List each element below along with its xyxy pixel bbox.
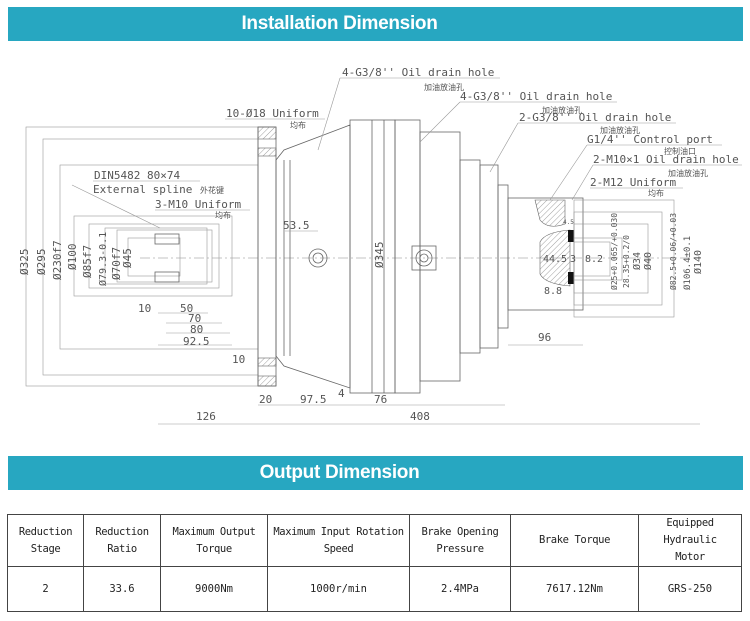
cell-max-input-speed: 1000r/min <box>267 566 410 612</box>
callout-spline-std: DIN5482 80×74 <box>94 169 180 182</box>
callout-oil-drain-1: 4-G3/8'' Oil drain hole <box>342 66 494 79</box>
output-dimension-banner: Output Dimension <box>8 456 743 490</box>
dim-d230f7: Ø230f7 <box>51 240 64 280</box>
header-brake-opening-pressure: Brake Opening Pressure <box>409 514 511 567</box>
cell-brake-opening-pressure: 2.4MPa <box>409 566 511 612</box>
dim-96: 96 <box>538 331 551 344</box>
callout-spline-type-cn: 外花键 <box>200 185 224 195</box>
right-diameter-labels: Ø25+0.065/+0.030 28.35+0.2/0 Ø34 Ø40 Ø82… <box>609 213 704 290</box>
dim-d295: Ø295 <box>35 249 48 276</box>
dim-d85f7: Ø85f7 <box>81 245 94 278</box>
cell-hydraulic-motor: GRS-250 <box>638 566 742 612</box>
callout-holes-18-cn: 均布 <box>290 120 306 130</box>
callout-oil-drain-4: 2-M10×1 Oil drain hole <box>593 153 739 166</box>
dim-d40: Ø40 <box>642 252 654 270</box>
dim-97-5: 97.5 <box>300 393 327 406</box>
callout-m10-uniform: 3-M10 Uniform <box>155 198 241 211</box>
dim-4: 4 <box>338 387 345 400</box>
header-max-input-speed: Maximum Input Rotation Speed <box>267 514 410 567</box>
dim-408: 408 <box>410 410 430 423</box>
dim-d34: Ø34 <box>631 252 643 270</box>
installation-dimension-banner: Installation Dimension <box>8 7 743 41</box>
callout-spline-type: External spline <box>93 183 192 196</box>
dim-76: 76 <box>374 393 387 406</box>
callout-oil-drain-1-cn: 加油放油孔 <box>424 82 464 92</box>
header-brake-torque: Brake Torque <box>510 514 639 567</box>
header-max-output-torque: Maximum Output Torque <box>160 514 268 567</box>
dim-d25: Ø25+0.065/+0.030 <box>609 213 619 290</box>
dim-d79-3: Ø79.3-0.1 <box>97 232 109 286</box>
dim-8-8: 8.8 <box>544 286 562 297</box>
header-hydraulic-motor: Equipped Hydraulic Motor <box>638 514 742 567</box>
output-spec-table: Reduction Stage Reduction Ratio Maximum … <box>7 514 742 612</box>
cell-brake-torque: 7617.12Nm <box>510 566 639 612</box>
dim-d140: Ø140 <box>692 250 704 274</box>
gearbox-housing <box>275 119 509 394</box>
dim-10b: 10 <box>232 353 245 366</box>
dim-8-2: 8.2 <box>585 254 603 265</box>
dim-126: 126 <box>196 410 216 423</box>
dim-44-5: 44.5 <box>543 254 567 265</box>
dim-20: 20 <box>259 393 272 406</box>
dim-10a: 10 <box>138 302 151 315</box>
callout-m10-uniform-cn: 均布 <box>215 210 231 220</box>
dim-d345: Ø345 <box>373 242 386 269</box>
dim-28-35: 28.35+0.2/0 <box>622 235 631 288</box>
installation-drawing: 4-G3/8'' Oil drain hole 加油放油孔 4-G3/8'' O… <box>18 66 742 425</box>
callout-m12-uniform: 2-M12 Uniform <box>590 176 676 189</box>
dim-92-5: 92.5 <box>183 335 210 348</box>
cell-max-output-torque: 9000Nm <box>160 566 268 612</box>
dim-d325: Ø325 <box>18 249 31 276</box>
dim-d100: Ø100 <box>66 244 79 271</box>
callout-oil-drain-2: 4-G3/8'' Oil drain hole <box>460 90 612 103</box>
cell-reduction-ratio: 33.6 <box>83 566 161 612</box>
mounting-flange <box>257 126 277 387</box>
callout-holes-18: 10-Ø18 Uniform <box>226 107 319 120</box>
header-reduction-ratio: Reduction Ratio <box>83 514 161 567</box>
cell-reduction-stage: 2 <box>7 566 84 612</box>
left-diameter-labels: Ø325 Ø295 Ø230f7 Ø100 Ø85f7 Ø79.3-0.1 Ø7… <box>18 232 134 286</box>
dim-53-5: 53.5 <box>283 219 310 232</box>
table-row: 2 33.6 9000Nm 1000r/min 2.4MPa 7617.12Nm… <box>7 566 742 612</box>
callout-oil-drain-3: 2-G3/8'' Oil drain hole <box>519 111 671 124</box>
header-reduction-stage: Reduction Stage <box>7 514 84 567</box>
dim-4-5: 4.5 <box>563 219 574 226</box>
dim-d106-4: Ø106.4±0.1 <box>682 236 693 290</box>
callout-control-port: G1/4'' Control port <box>587 133 713 146</box>
table-header-row: Reduction Stage Reduction Ratio Maximum … <box>7 514 742 567</box>
dim-d45: Ø45 <box>121 248 134 268</box>
dim-d82-5: Ø82.5+0.06/+0.03 <box>668 213 678 290</box>
output-dimension-title: Output Dimension <box>259 462 420 483</box>
installation-dimension-title: Installation Dimension <box>241 13 438 34</box>
dim-3: 3 <box>570 254 576 265</box>
callout-m12-uniform-cn: 均布 <box>648 188 664 198</box>
